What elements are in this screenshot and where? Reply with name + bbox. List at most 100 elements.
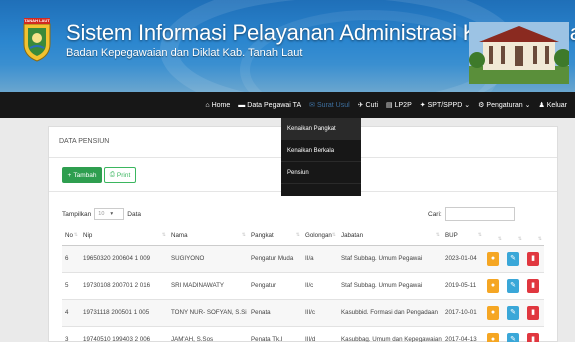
edit-button[interactable]: ✎ — [507, 305, 519, 320]
nav-label: Surat Usul — [316, 101, 350, 109]
delete-button[interactable]: ▮ — [527, 278, 539, 293]
column-header-action: ⇅ — [504, 227, 524, 246]
edit-button[interactable]: ✎ — [507, 251, 519, 266]
view-button[interactable]: ● — [487, 278, 499, 293]
cell-bup: 2017-04-13 — [442, 326, 484, 342]
surat-usul-dropdown: Kenaikan Pangkat Kenaikan Berkala Pensiu… — [281, 118, 361, 196]
mail-icon: ✉ — [309, 102, 315, 109]
column-header-action: ⇅ — [524, 227, 544, 246]
cell-pangkat: Penata — [248, 299, 302, 327]
cell-golongan: II/c — [302, 272, 338, 300]
cell-golongan: II/a — [302, 245, 338, 273]
plus-icon: + — [67, 171, 72, 179]
cell-nip: 19740510 199403 2 006 — [80, 326, 168, 342]
nav-label: Keluar — [546, 101, 567, 109]
cell-nip: 19730108 200701 2 016 — [80, 272, 168, 300]
nav-label: Cuti — [365, 101, 378, 109]
nav-pengaturan[interactable]: ⚙ Pengaturan ⌄ — [478, 101, 530, 110]
nav-label: Pengaturan — [486, 101, 523, 109]
pensiun-table: No ⇅ Nip ⇅ Nama ⇅ Pangkat ⇅ Golongan ⇅ Jabata… — [62, 227, 544, 342]
nav-keluar[interactable]: ♟ Keluar — [538, 101, 567, 110]
cell-no: 3 — [62, 326, 80, 342]
add-button[interactable]: + Tambah — [62, 167, 102, 183]
column-header-pangkat[interactable]: Pangkat ⇅ — [248, 227, 302, 246]
column-header-action: ⇅ — [484, 227, 504, 246]
delete-button[interactable]: ▮ — [527, 305, 539, 320]
delete-button[interactable]: ▮ — [527, 251, 539, 266]
gear-icon: ⚙ — [478, 102, 485, 109]
cell-nama: SUGIYONO — [168, 245, 248, 273]
table-row: 3 19740510 199403 2 006 JAM'AH, S.Sos Pe… — [62, 326, 544, 342]
logo-tag: TANAH LAUT — [24, 18, 50, 24]
office-building-image — [469, 22, 569, 84]
search-control: Cari: — [428, 207, 515, 221]
cell-jabatan: Kasubbag. Umum dan Kepegawaian — [338, 326, 442, 342]
nav-label: SPT/SPPD — [427, 101, 463, 109]
cell-pangkat: Penata Tk.I — [248, 326, 302, 342]
nav-label: Home — [211, 101, 231, 109]
print-button-label: Print — [116, 171, 131, 179]
panel-title: DATA PENSIUN — [59, 138, 110, 145]
cell-bup: 2023-01-04 — [442, 245, 484, 273]
nav-home[interactable]: ⌂ Home — [205, 102, 230, 109]
cell-pangkat: Pengatur — [248, 272, 302, 300]
cell-pangkat: Pengatur Muda — [248, 245, 302, 273]
home-icon: ⌂ — [205, 101, 210, 109]
show-suffix: Data — [127, 210, 141, 218]
cell-bup: 2019-05-11 — [442, 272, 484, 300]
column-header-bup[interactable]: BUP ⇅ — [442, 227, 484, 246]
nav-label: Data Pegawai TA — [247, 101, 302, 109]
page-length-value: 10 — [98, 211, 105, 217]
cell-golongan: III/c — [302, 299, 338, 327]
app-header: TANAH LAUT Sistem Informasi Pelayanan Ad… — [0, 0, 575, 92]
column-header-nama[interactable]: Nama ⇅ — [168, 227, 248, 246]
cell-jabatan: Staf Subbag. Umum Pegawai — [338, 272, 442, 300]
truck-icon: ✦ — [419, 102, 426, 109]
page-length-select[interactable]: 10 ▾ — [94, 208, 125, 220]
printer-icon: ⎙ — [109, 171, 115, 178]
caret-down-icon: ▾ — [110, 211, 114, 217]
cell-nama: TONY NUR- SOFYAN, S.Si — [168, 299, 248, 327]
document-icon: ▤ — [386, 102, 393, 109]
table-row: 5 19730108 200701 2 016 SRI MADINAWATY P… — [62, 272, 544, 300]
column-header-jabatan[interactable]: Jabatan ⇅ — [338, 227, 442, 246]
nav-cuti[interactable]: ✈ Cuti — [357, 101, 378, 110]
nav-spt-sppd[interactable]: ✦ SPT/SPPD ⌄ — [419, 101, 471, 110]
folder-icon: ▬ — [238, 101, 246, 109]
dropdown-item-kenaikan-berkala[interactable]: Kenaikan Berkala — [281, 140, 361, 162]
view-button[interactable]: ● — [487, 305, 499, 320]
delete-button[interactable]: ▮ — [527, 332, 539, 342]
table-row: 4 19731118 200501 1 005 TONY NUR- SOFYAN… — [62, 299, 544, 327]
cell-golongan: III/d — [302, 326, 338, 342]
nav-data-pegawai[interactable]: ▬ Data Pegawai TA — [238, 102, 301, 109]
nav-label: LP2P — [394, 101, 412, 109]
show-label: Tampilkan — [62, 210, 92, 218]
search-input[interactable] — [444, 207, 515, 221]
cell-nama: SRI MADINAWATY — [168, 272, 248, 300]
table-row: 6 19650320 200604 1 009 SUGIYONO Pengatu… — [62, 245, 544, 273]
user-icon: ♟ — [538, 102, 545, 109]
column-header-no[interactable]: No ⇅ — [62, 227, 80, 246]
navbar-menu: ⌂ Home ▬ Data Pegawai TA ✉ Surat Usul ✈ … — [205, 92, 567, 118]
cell-nip: 19731118 200501 1 005 — [80, 299, 168, 327]
cell-jabatan: Staf Subbag. Umum Pegawai — [338, 245, 442, 273]
view-button[interactable]: ● — [487, 332, 499, 342]
dropdown-item-kenaikan-pangkat[interactable]: Kenaikan Pangkat — [281, 118, 361, 140]
nav-surat-usul[interactable]: ✉ Surat Usul — [309, 101, 350, 110]
dropdown-item-pensiun[interactable]: Pensiun — [281, 162, 361, 184]
column-header-golongan[interactable]: Golongan ⇅ — [302, 227, 338, 246]
cell-bup: 2017-10-01 — [442, 299, 484, 327]
view-button[interactable]: ● — [487, 251, 499, 266]
cell-nama: JAM'AH, S.Sos — [168, 326, 248, 342]
print-button[interactable]: ⎙ Print — [104, 167, 136, 183]
table-header-row: No ⇅ Nip ⇅ Nama ⇅ Pangkat ⇅ Golongan ⇅ Jabata… — [62, 227, 544, 246]
chevron-down-icon: ⌄ — [464, 102, 471, 109]
main-navbar: ⌂ Home ▬ Data Pegawai TA ✉ Surat Usul ✈ … — [0, 92, 575, 118]
column-header-nip[interactable]: Nip ⇅ — [80, 227, 168, 246]
nav-lp2p[interactable]: ▤ LP2P — [386, 101, 412, 110]
edit-button[interactable]: ✎ — [507, 278, 519, 293]
add-button-label: Tambah — [73, 171, 97, 179]
cell-jabatan: Kasubbid. Formasi dan Pengadaan — [338, 299, 442, 327]
plane-icon: ✈ — [357, 102, 364, 109]
edit-button[interactable]: ✎ — [507, 332, 519, 342]
